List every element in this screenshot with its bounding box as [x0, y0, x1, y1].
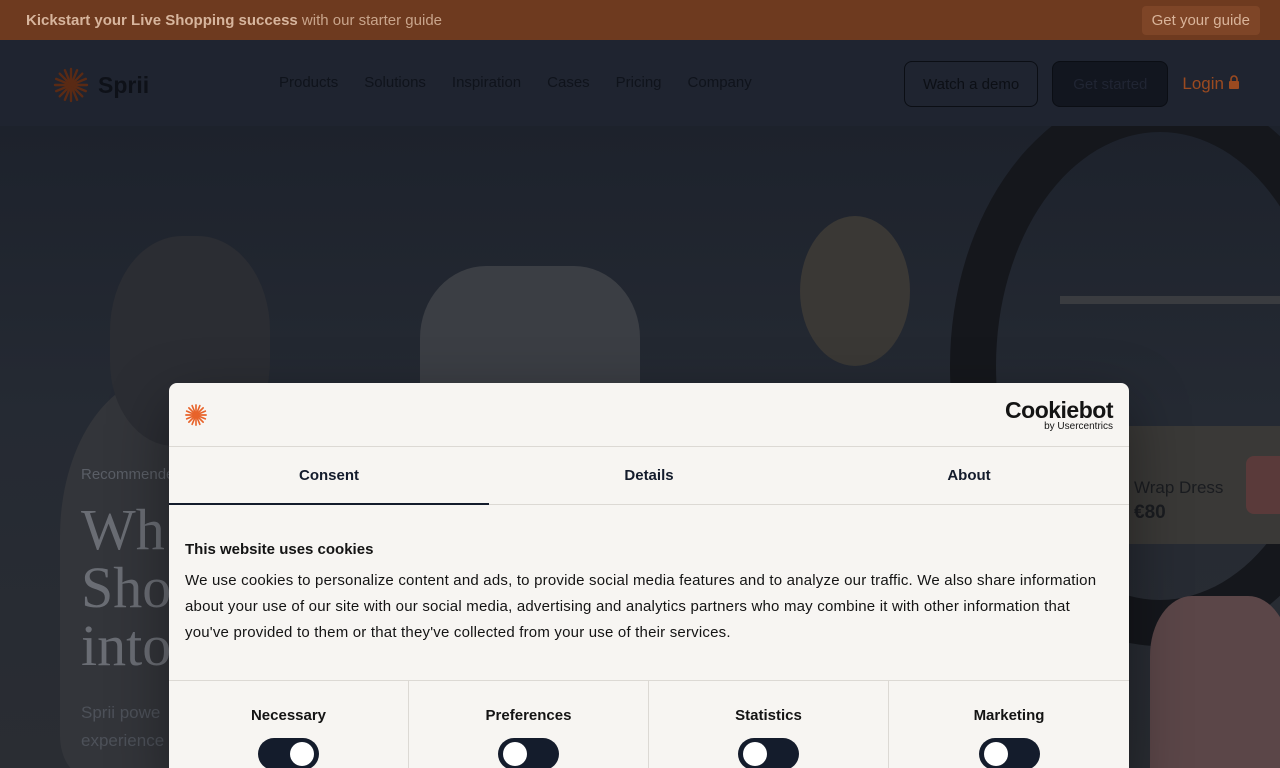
- headline-line: into: [81, 613, 172, 678]
- hero-person-right: [800, 216, 910, 366]
- category-label: Necessary: [250, 707, 327, 724]
- lock-icon: [1228, 74, 1240, 94]
- statistics-toggle[interactable]: [738, 738, 799, 768]
- dialog-tabs: Consent Details About: [169, 447, 1129, 505]
- category-necessary: Necessary: [169, 681, 409, 768]
- product-card: Wrap Dress €80: [1128, 426, 1280, 544]
- necessary-toggle[interactable]: [258, 738, 319, 768]
- toggle-knob: [983, 742, 1008, 766]
- hero-eyebrow: Recommended: [81, 466, 183, 483]
- category-label: Marketing: [973, 707, 1045, 724]
- nav-products[interactable]: Products: [279, 74, 338, 91]
- category-marketing: Marketing: [889, 681, 1129, 768]
- nav-inspiration[interactable]: Inspiration: [452, 74, 521, 91]
- brand-name: Sprii: [98, 71, 150, 98]
- get-started-button[interactable]: Get started: [1052, 61, 1169, 107]
- hero-sub-line: experience: [81, 731, 165, 750]
- site-header: Sprii Products Solutions Inspiration Cas…: [0, 40, 1280, 126]
- cookiebot-logo[interactable]: Cookiebot by Usercentrics: [1005, 399, 1113, 433]
- promo-bar: Kickstart your Live Shopping success wit…: [0, 0, 1280, 40]
- hero-copy: Recommended Wh Sho into Sprii powe exper…: [81, 466, 183, 755]
- toggle-knob: [743, 742, 767, 766]
- preferences-toggle[interactable]: [498, 738, 559, 768]
- tab-about[interactable]: About: [809, 447, 1129, 504]
- dialog-description: We use cookies to personalize content an…: [185, 572, 1097, 641]
- cookiebot-name: Cookiebot: [1005, 397, 1113, 423]
- header-actions: Watch a demo Get started Login: [904, 61, 1240, 107]
- sun-logo-icon: [52, 66, 90, 104]
- tab-details[interactable]: Details: [489, 447, 809, 504]
- hero-subtitle: Sprii powe experience: [81, 699, 183, 755]
- get-guide-button[interactable]: Get your guide: [1141, 5, 1260, 35]
- dialog-header: Cookiebot by Usercentrics: [169, 383, 1129, 447]
- cookie-category-toggles: Necessary Preferences Statistics Marketi…: [169, 680, 1129, 768]
- nav-company[interactable]: Company: [688, 74, 752, 91]
- logo[interactable]: Sprii: [52, 66, 149, 104]
- login-label: Login: [1182, 74, 1224, 93]
- pink-garment: [1150, 596, 1280, 768]
- sun-logo-icon: [184, 403, 208, 432]
- marketing-toggle[interactable]: [978, 738, 1040, 768]
- product-add-button[interactable]: [1246, 456, 1280, 514]
- hero-sub-line: Sprii powe: [81, 703, 161, 722]
- cookie-consent-dialog: Cookiebot by Usercentrics Consent Detail…: [169, 383, 1129, 768]
- promo-bold-text: Kickstart your Live Shopping success: [26, 11, 298, 29]
- main-nav: Products Solutions Inspiration Cases Pri…: [279, 74, 752, 91]
- dialog-title: This website uses cookies: [185, 541, 374, 558]
- headline-line: Wh: [81, 497, 165, 562]
- nav-pricing[interactable]: Pricing: [616, 74, 662, 91]
- category-preferences: Preferences: [409, 681, 649, 768]
- toggle-knob: [290, 742, 314, 766]
- watch-demo-button[interactable]: Watch a demo: [904, 61, 1039, 107]
- headline-line: Sho: [81, 555, 172, 620]
- toggle-knob: [503, 742, 527, 766]
- category-label: Preferences: [485, 707, 572, 724]
- promo-text: Kickstart your Live Shopping success wit…: [26, 12, 442, 29]
- dialog-body: This website uses cookies We use cookies…: [169, 505, 1129, 646]
- category-label: Statistics: [735, 707, 802, 724]
- category-statistics: Statistics: [649, 681, 889, 768]
- promo-rest-text: with our starter guide: [297, 11, 443, 29]
- hero-headline: Wh Sho into: [81, 501, 183, 675]
- nav-solutions[interactable]: Solutions: [364, 74, 426, 91]
- login-link[interactable]: Login: [1182, 74, 1240, 94]
- tab-consent[interactable]: Consent: [169, 447, 489, 505]
- nav-cases[interactable]: Cases: [547, 74, 590, 91]
- clothing-rack: [1060, 296, 1280, 304]
